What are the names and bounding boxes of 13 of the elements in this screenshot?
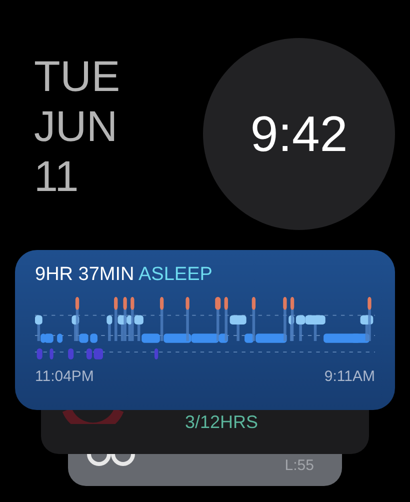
day-number: 11 [34,152,80,202]
sleep-end-time: 9:11AM [324,368,375,385]
activity-card[interactable]: 3/12HRS [41,410,369,454]
month: JUN [34,102,119,152]
ring-arc-icon [61,410,125,424]
sleep-duration: 9HR 37MIN ASLEEP [35,264,214,286]
sleep-card[interactable]: 9HR 37MIN ASLEEP 11:04PM 9:11AM [15,250,395,410]
weekday: TUE [34,52,120,102]
sleep-start-time: 11:04PM [35,368,94,385]
stand-hours: 3/12HRS [185,412,258,433]
circles-icon [86,454,136,466]
clock-time: 9:42 [250,105,348,163]
low-temperature: L:55 [284,457,314,474]
